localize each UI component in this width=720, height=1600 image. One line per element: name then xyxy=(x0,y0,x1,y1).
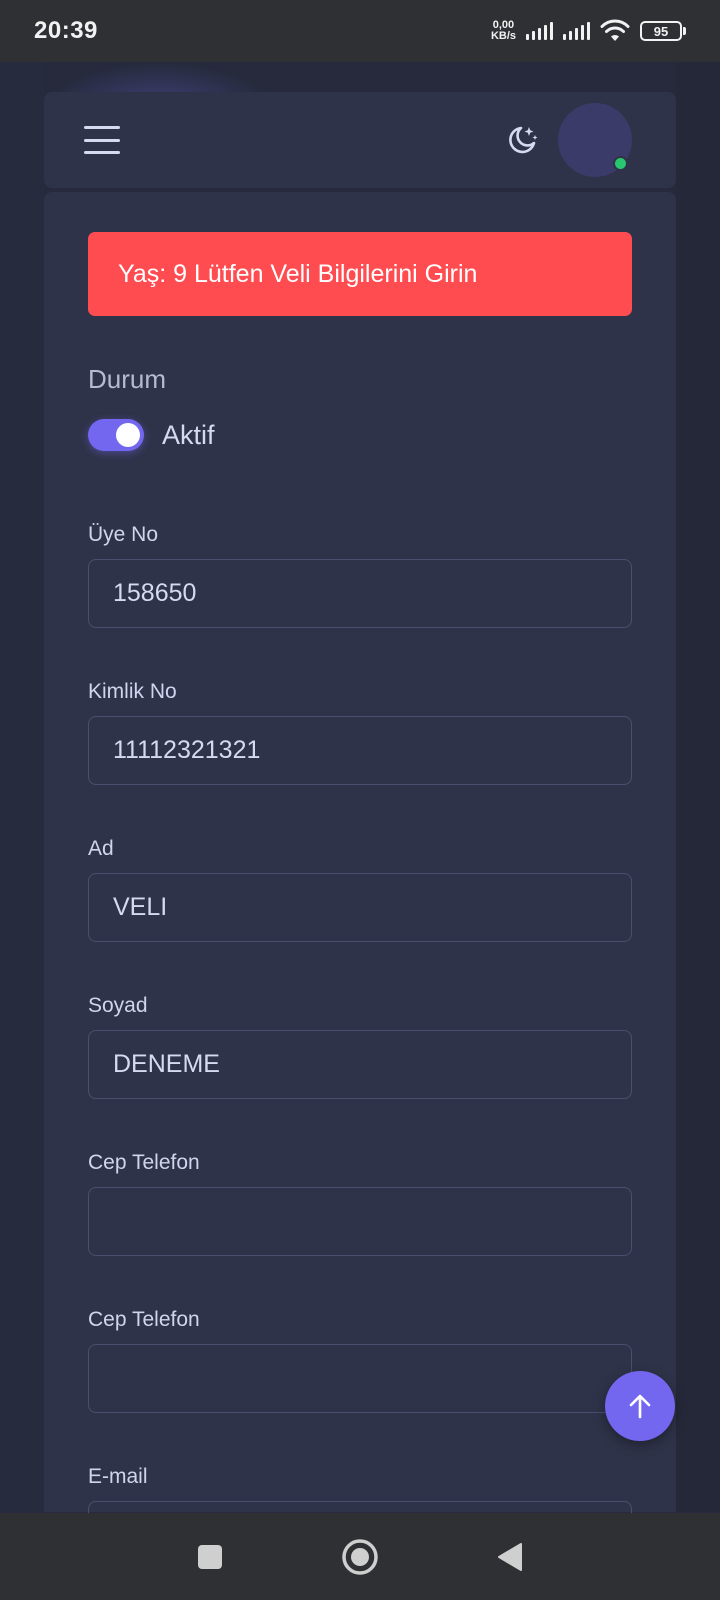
battery-level: 95 xyxy=(640,21,682,41)
back-button[interactable] xyxy=(435,1513,585,1600)
home-button[interactable] xyxy=(285,1513,435,1600)
cep-telefon-1-input[interactable] xyxy=(88,1187,632,1256)
uye-no-input[interactable] xyxy=(88,559,632,628)
background-left xyxy=(0,62,44,1512)
kimlik-no-label: Kimlik No xyxy=(88,680,177,703)
soyad-input[interactable] xyxy=(88,1030,632,1099)
field-cep-telefon-1: Cep Telefon xyxy=(88,1151,632,1256)
triangle-back-icon xyxy=(498,1542,522,1571)
hamburger-menu-icon[interactable] xyxy=(84,126,120,154)
field-uye-no: Üye No xyxy=(88,523,632,628)
signal-2-icon xyxy=(563,22,590,40)
avatar[interactable] xyxy=(558,103,632,177)
field-cep-telefon-2: Cep Telefon xyxy=(88,1308,632,1413)
cep-telefon-2-label: Cep Telefon xyxy=(88,1308,200,1331)
square-icon xyxy=(198,1544,222,1569)
soyad-label: Soyad xyxy=(88,994,148,1017)
ad-input[interactable] xyxy=(88,873,632,942)
status-bar: 20:39 0,00 KB/s 95 xyxy=(0,0,720,62)
status-toggle-switch[interactable] xyxy=(88,419,144,451)
circle-home-icon xyxy=(342,1538,378,1575)
field-soyad: Soyad xyxy=(88,994,632,1099)
wifi-icon xyxy=(600,19,630,41)
cep-telefon-2-input[interactable] xyxy=(88,1344,632,1413)
age-warning-alert: Yaş: 9 Lütfen Veli Bilgilerini Girin xyxy=(88,232,632,316)
signal-1-icon xyxy=(526,22,553,40)
system-nav-bar xyxy=(0,1513,720,1600)
status-icons: 0,00 KB/s 95 xyxy=(491,19,686,43)
navbar-actions xyxy=(504,103,632,177)
ad-label: Ad xyxy=(88,837,114,860)
field-kimlik-no: Kimlik No xyxy=(88,680,632,785)
uye-no-label: Üye No xyxy=(88,523,159,546)
status-toggle-label: Aktif xyxy=(162,419,215,450)
arrow-up-icon xyxy=(629,1394,651,1419)
battery-icon: 95 xyxy=(640,21,686,41)
alert-text: Yaş: 9 Lütfen Veli Bilgilerini Girin xyxy=(118,259,478,288)
kimlik-no-input[interactable] xyxy=(88,716,632,785)
scroll-to-top-button[interactable] xyxy=(605,1371,675,1441)
member-form: Yaş: 9 Lütfen Veli Bilgilerini Girin Dur… xyxy=(44,192,676,1570)
cep-telefon-1-label: Cep Telefon xyxy=(88,1151,200,1174)
field-ad: Ad xyxy=(88,837,632,942)
status-toggle-row: Aktif xyxy=(88,419,632,451)
online-status-dot xyxy=(613,156,628,171)
top-navbar xyxy=(44,92,676,188)
status-label: Durum xyxy=(88,364,167,394)
toggle-knob xyxy=(116,423,140,447)
network-speed: 0,00 KB/s xyxy=(491,20,516,42)
background-right xyxy=(676,62,720,1512)
recents-button[interactable] xyxy=(135,1513,285,1600)
network-speed-unit: KB/s xyxy=(490,30,516,42)
moon-stars-icon[interactable] xyxy=(504,122,540,158)
status-time: 20:39 xyxy=(34,17,98,44)
email-label: E-mail xyxy=(88,1465,148,1488)
